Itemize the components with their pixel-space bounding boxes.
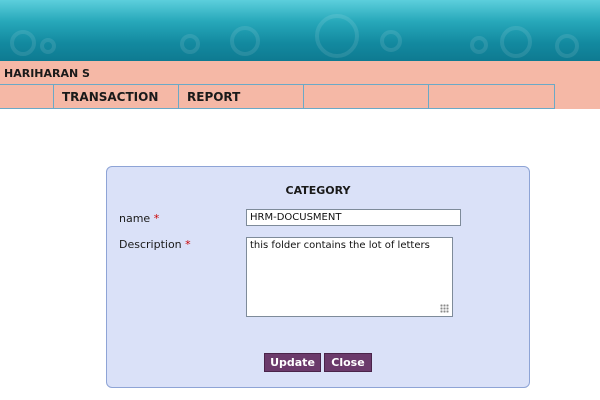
- close-button[interactable]: Close: [324, 353, 372, 372]
- name-input[interactable]: HRM-DOCUSMENT: [246, 209, 461, 226]
- menu-item-blank-1[interactable]: [0, 84, 54, 109]
- description-label: Description *: [119, 238, 191, 251]
- decorative-bubble: [40, 38, 56, 54]
- update-button[interactable]: Update: [264, 353, 321, 372]
- description-label-text: Description: [119, 238, 182, 251]
- category-panel: CATEGORY name * HRM-DOCUSMENT Descriptio…: [106, 166, 530, 388]
- menu-item-blank-2[interactable]: [303, 84, 429, 109]
- decorative-bubble: [470, 36, 488, 54]
- panel-title: CATEGORY: [285, 184, 351, 197]
- name-label-text: name: [119, 212, 151, 225]
- required-marker: *: [153, 212, 160, 225]
- header-banner: [0, 0, 600, 61]
- username: HARIHARAN S: [4, 67, 90, 80]
- decorative-bubble: [230, 26, 260, 56]
- user-bar: HARIHARAN S: [0, 61, 600, 83]
- menu-item-transaction[interactable]: TRANSACTION: [53, 84, 179, 109]
- description-text: this folder contains the lot of letters: [250, 240, 430, 251]
- decorative-bubble: [380, 30, 402, 52]
- menu-item-report[interactable]: REPORT: [178, 84, 304, 109]
- decorative-bubble: [315, 14, 359, 58]
- required-marker: *: [185, 238, 191, 251]
- decorative-bubble: [555, 34, 579, 58]
- menu-item-blank-3[interactable]: [428, 84, 555, 109]
- main-menu: TRANSACTION REPORT: [0, 83, 600, 109]
- resize-grip-icon[interactable]: [440, 304, 449, 313]
- decorative-bubble: [500, 26, 532, 58]
- description-textarea[interactable]: this folder contains the lot of letters: [246, 237, 453, 317]
- decorative-bubble: [10, 30, 36, 56]
- name-label: name *: [119, 212, 159, 225]
- decorative-bubble: [180, 34, 200, 54]
